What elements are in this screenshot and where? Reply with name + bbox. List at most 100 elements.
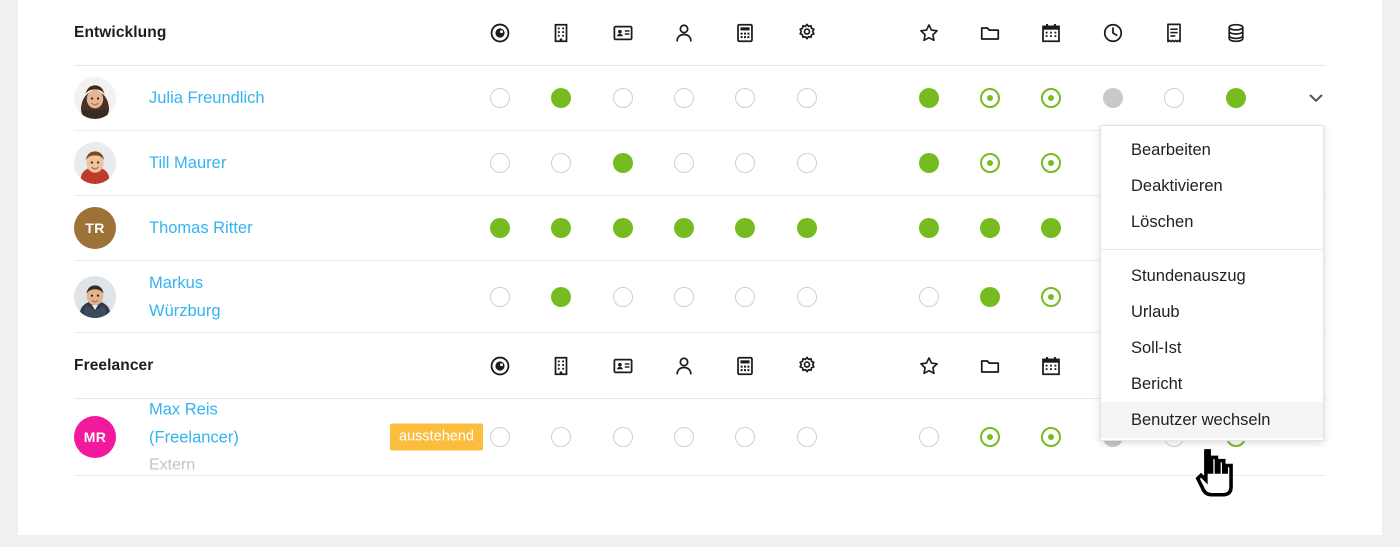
- status-dot-person[interactable]: [674, 153, 694, 173]
- avatar[interactable]: [74, 77, 116, 119]
- context-menu-divider: [1101, 249, 1323, 250]
- column-header-calculator-icon[interactable]: [734, 355, 756, 377]
- column-header-building-icon[interactable]: [550, 355, 572, 377]
- column-header-target-icon[interactable]: [489, 355, 511, 377]
- status-dot-star[interactable]: [919, 286, 939, 307]
- menu-item-soll-ist[interactable]: Soll-Ist: [1101, 330, 1323, 366]
- person-name-link[interactable]: Thomas Ritter: [149, 214, 399, 242]
- avatar-initials: MR: [83, 429, 107, 445]
- status-dot-building[interactable]: [551, 286, 571, 307]
- status-dot-target[interactable]: [490, 153, 510, 173]
- column-header-database-icon[interactable]: [1225, 22, 1247, 44]
- person-name-link-line2[interactable]: (Freelancer): [149, 424, 399, 452]
- column-header-building-icon[interactable]: [550, 22, 572, 44]
- column-header-calculator-icon[interactable]: [734, 22, 756, 44]
- status-dot-building[interactable]: [551, 88, 571, 108]
- column-header-person-icon[interactable]: [673, 355, 695, 377]
- status-dot-gear[interactable]: [797, 427, 817, 447]
- column-header-folder-icon[interactable]: [979, 355, 1001, 377]
- status-dot-calculator[interactable]: [735, 153, 755, 173]
- person-subtitle: Extern: [149, 456, 196, 474]
- status-dot-star[interactable]: [919, 218, 939, 238]
- column-header-gear-icon[interactable]: [796, 22, 818, 44]
- status-dot-folder[interactable]: [980, 427, 1000, 447]
- status-dot-gear[interactable]: [797, 218, 817, 238]
- avatar[interactable]: [74, 142, 116, 184]
- status-dot-calculator[interactable]: [735, 218, 755, 238]
- column-header-calendar-icon[interactable]: [1040, 355, 1062, 377]
- column-header-receipt-icon[interactable]: [1163, 22, 1185, 44]
- status-dot-building[interactable]: [551, 153, 571, 173]
- status-dot-folder[interactable]: [980, 286, 1000, 307]
- status-dot-calendar[interactable]: [1041, 427, 1061, 447]
- person-name-link[interactable]: Max Reis: [149, 396, 399, 424]
- person-name-block: Till Maurer: [149, 149, 399, 177]
- status-dot-calendar[interactable]: [1041, 218, 1061, 238]
- status-dot-id-card[interactable]: [613, 286, 633, 307]
- column-header-gear-icon[interactable]: [796, 355, 818, 377]
- person-name-block: Max Reis (Freelancer) Extern: [149, 396, 399, 479]
- status-badge: ausstehend: [390, 423, 483, 451]
- status-dot-clock[interactable]: [1103, 88, 1123, 108]
- status-dot-building[interactable]: [551, 218, 571, 238]
- menu-item-urlaub[interactable]: Urlaub: [1101, 294, 1323, 330]
- menu-item-benutzer-wechseln[interactable]: Benutzer wechseln: [1101, 402, 1323, 438]
- menu-item-deaktivieren[interactable]: Deaktivieren: [1101, 168, 1323, 204]
- status-dot-target[interactable]: [490, 427, 510, 447]
- status-dot-gear[interactable]: [797, 153, 817, 173]
- person-name-link[interactable]: Julia Freundlich: [149, 84, 399, 112]
- column-header-folder-icon[interactable]: [979, 22, 1001, 44]
- status-dot-star[interactable]: [919, 88, 939, 108]
- status-dot-star[interactable]: [919, 427, 939, 447]
- status-dot-target[interactable]: [490, 88, 510, 108]
- status-dot-database[interactable]: [1226, 88, 1246, 108]
- column-header-calendar-icon[interactable]: [1040, 22, 1062, 44]
- status-dot-calculator[interactable]: [735, 427, 755, 447]
- row-actions-chevron-down-icon[interactable]: [1306, 88, 1326, 108]
- status-dot-folder[interactable]: [980, 153, 1000, 173]
- avatar[interactable]: TR: [74, 207, 116, 249]
- status-dot-receipt[interactable]: [1164, 88, 1184, 108]
- status-dot-gear[interactable]: [797, 286, 817, 307]
- person-name-link[interactable]: Markus: [149, 269, 399, 297]
- status-dot-star[interactable]: [919, 153, 939, 173]
- status-dot-calendar[interactable]: [1041, 88, 1061, 108]
- column-header-id-card-icon[interactable]: [612, 355, 634, 377]
- menu-item-bearbeiten[interactable]: Bearbeiten: [1101, 132, 1323, 168]
- status-dot-target[interactable]: [490, 218, 510, 238]
- context-menu[interactable]: Bearbeiten Deaktivieren Löschen Stundenaus…: [1100, 125, 1324, 441]
- column-header-target-icon[interactable]: [489, 22, 511, 44]
- status-dot-person[interactable]: [674, 286, 694, 307]
- status-dot-person[interactable]: [674, 88, 694, 108]
- menu-item-stundenauszug[interactable]: Stundenauszug: [1101, 258, 1323, 294]
- person-name-link[interactable]: Till Maurer: [149, 149, 399, 177]
- column-header-star-icon[interactable]: [918, 355, 940, 377]
- status-dot-id-card[interactable]: [613, 153, 633, 173]
- status-dot-folder[interactable]: [980, 218, 1000, 238]
- menu-item-bericht[interactable]: Bericht: [1101, 366, 1323, 402]
- status-dot-id-card[interactable]: [613, 88, 633, 108]
- status-dot-folder[interactable]: [980, 88, 1000, 108]
- status-dot-calendar[interactable]: [1041, 286, 1061, 307]
- status-dot-building[interactable]: [551, 427, 571, 447]
- status-dot-target[interactable]: [490, 286, 510, 307]
- page-right-margin: [1382, 0, 1400, 547]
- column-header-star-icon[interactable]: [918, 22, 940, 44]
- avatar-initials: TR: [85, 220, 105, 236]
- menu-item-l-schen[interactable]: Löschen: [1101, 204, 1323, 240]
- column-header-clock-icon[interactable]: [1102, 22, 1124, 44]
- status-dot-calculator[interactable]: [735, 286, 755, 307]
- column-header-person-icon[interactable]: [673, 22, 695, 44]
- avatar[interactable]: [74, 275, 116, 318]
- status-dot-id-card[interactable]: [613, 218, 633, 238]
- status-dot-calendar[interactable]: [1041, 153, 1061, 173]
- status-dot-calculator[interactable]: [735, 88, 755, 108]
- status-dot-person[interactable]: [674, 427, 694, 447]
- group-title: Entwicklung: [74, 24, 167, 41]
- status-dot-person[interactable]: [674, 218, 694, 238]
- status-dot-gear[interactable]: [797, 88, 817, 108]
- person-name-link-line2[interactable]: Würzburg: [149, 297, 399, 325]
- status-dot-id-card[interactable]: [613, 427, 633, 447]
- avatar[interactable]: MR: [74, 416, 116, 458]
- column-header-id-card-icon[interactable]: [612, 22, 634, 44]
